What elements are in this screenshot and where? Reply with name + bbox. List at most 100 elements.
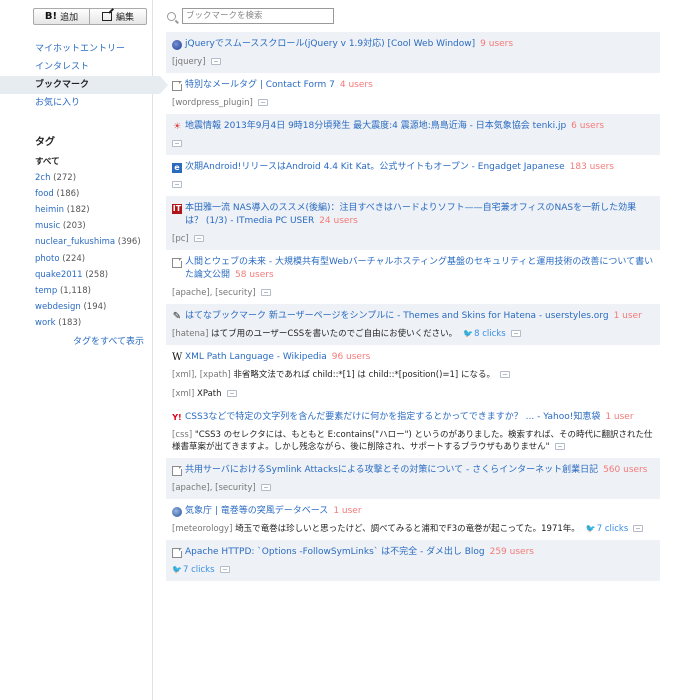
clicks-count[interactable]: 8 clicks	[474, 329, 506, 339]
tag-item[interactable]: heimin (182)	[35, 202, 141, 218]
jma-favicon-icon	[172, 506, 182, 517]
entry-title-link[interactable]: 本田雅一流 NAS導入のススメ(後編)：注目すべきはハードよりソフト——自宅兼オ…	[185, 203, 636, 226]
clicks-count[interactable]: 7 clicks	[183, 565, 215, 575]
entry-title-link[interactable]: XML Path Language - Wikipedia	[185, 352, 327, 362]
users-count[interactable]: 6 users	[571, 121, 604, 131]
list-item: 特別なメールタグ | Contact Form 7 4 users [wordpr…	[166, 73, 660, 114]
search-input[interactable]	[182, 8, 334, 24]
tag-count: (224)	[62, 253, 86, 264]
tag-item[interactable]: temp (1,118)	[35, 283, 141, 299]
entry-tags[interactable]: [meteorology]	[172, 524, 232, 534]
tag-name[interactable]: webdesign	[35, 302, 81, 312]
users-count[interactable]: 1 user	[333, 506, 361, 516]
entry-tags[interactable]: [apache], [security]	[172, 483, 256, 493]
tag-item[interactable]: webdesign (194)	[35, 299, 141, 315]
nav-favorites[interactable]: お気に入り	[0, 94, 153, 112]
entry-title-link[interactable]: 特別なメールタグ | Contact Form 7	[185, 80, 335, 90]
entry-tags[interactable]: [pc]	[172, 234, 189, 244]
edit-bookmark-icon[interactable]	[499, 371, 510, 378]
users-count[interactable]: 1 user	[605, 412, 633, 422]
tag-name[interactable]: nuclear_fukushima	[35, 237, 115, 247]
users-count[interactable]: 24 users	[319, 216, 358, 226]
users-count[interactable]: 58 users	[235, 270, 274, 280]
entry-comment: 埼玉で竜巻は珍しいと思ったけど、調べてみると浦和でF3の竜巻が起こってた。197…	[235, 524, 580, 534]
edit-bookmark-icon[interactable]	[260, 289, 271, 296]
edit-bookmark-icon[interactable]	[633, 525, 644, 532]
entry-title-link[interactable]: CSS3などで特定の文字列を含んだ要素だけに何かを指定するとかってできますか？ …	[185, 412, 600, 422]
users-count[interactable]: 9 users	[480, 39, 513, 49]
tag-count: (396)	[117, 237, 141, 248]
tag-all[interactable]: すべて	[35, 154, 141, 170]
nav-my-hot-entry[interactable]: マイホットエントリー	[0, 40, 153, 58]
tag-item[interactable]: nuclear_fukushima (396)	[35, 234, 141, 250]
users-count[interactable]: 560 users	[603, 465, 647, 475]
edit-bookmark-icon[interactable]	[172, 140, 182, 147]
clicks-count[interactable]: 7 clicks	[597, 524, 629, 534]
edit-bookmark-icon[interactable]	[210, 58, 221, 65]
tag-name[interactable]: music	[35, 221, 60, 231]
tag-item[interactable]: music (203)	[35, 218, 141, 234]
tag-name[interactable]: food	[35, 189, 54, 199]
edit-bookmark-icon[interactable]	[172, 181, 182, 188]
edit-bookmark-icon[interactable]	[226, 390, 237, 397]
entry-tags[interactable]: [hatena]	[172, 329, 208, 339]
add-bookmark-button[interactable]: B! 追加	[33, 8, 89, 25]
entry-title-link[interactable]: 共用サーバにおけるSymlink Attacksによる攻撃とその対策について -…	[185, 465, 598, 475]
entry-title-link[interactable]: 地震情報 2013年9月4日 9時18分頃発生 最大震度:4 震源地:鳥島近海 …	[185, 121, 566, 131]
users-count[interactable]: 96 users	[332, 352, 371, 362]
tag-name[interactable]: work	[35, 318, 56, 328]
entry-title-link[interactable]: Apache HTTPD: `Options -FollowSymLinks` …	[185, 547, 485, 557]
nav-interest[interactable]: インタレスト	[0, 58, 153, 76]
document-icon	[172, 465, 182, 476]
tag-name[interactable]: temp	[35, 286, 57, 296]
edit-button[interactable]: 編集	[89, 8, 147, 25]
entry-title-link[interactable]: 気象庁 | 竜巻等の突風データベース	[185, 506, 328, 516]
edit-bookmark-icon[interactable]	[510, 330, 521, 337]
users-count[interactable]: 1 user	[614, 311, 642, 321]
list-item: Y! CSS3などで特定の文字列を含んだ要素だけに何かを指定するとかってできます…	[166, 405, 660, 458]
edit-bookmark-icon[interactable]	[219, 566, 230, 573]
tag-name[interactable]: photo	[35, 254, 60, 264]
entry-title-link[interactable]: jQueryでスムーススクロール(jQuery v 1.9対応) [Cool W…	[185, 39, 475, 49]
bookmark-list: jQueryでスムーススクロール(jQuery v 1.9対応) [Cool W…	[166, 32, 660, 581]
nav-bookmark[interactable]: ブックマーク	[0, 76, 168, 94]
edit-bookmark-icon[interactable]	[257, 99, 268, 106]
wikipedia-favicon-icon: W	[172, 351, 183, 363]
entry-tags[interactable]: [css]	[172, 430, 192, 440]
document-icon	[172, 547, 182, 558]
entry-tags[interactable]: [xml], [xpath]	[172, 370, 231, 380]
tag-name[interactable]: quake2011	[35, 270, 82, 280]
edit-bookmark-icon[interactable]	[260, 484, 271, 491]
entry-tags[interactable]: [wordpress_plugin]	[172, 98, 253, 108]
tag-name[interactable]: 2ch	[35, 173, 50, 183]
entry-title-link[interactable]: 次期Android!リリースはAndroid 4.4 Kit Kat。公式サイト…	[185, 162, 565, 172]
show-all-tags-link[interactable]: タグをすべて表示	[73, 334, 144, 347]
entry-tags[interactable]: [xml]	[172, 389, 194, 399]
tag-count: (203)	[62, 221, 86, 232]
users-count[interactable]: 183 users	[570, 162, 614, 172]
twitter-bird-icon: 🐦	[585, 524, 596, 533]
tag-count: (258)	[85, 269, 109, 280]
twitter-bird-icon: 🐦	[463, 329, 474, 338]
tag-item[interactable]: 2ch (272)	[35, 170, 141, 186]
entry-tags[interactable]: [jquery]	[172, 57, 206, 67]
search-icon	[167, 11, 176, 21]
tag-item[interactable]: quake2011 (258)	[35, 267, 141, 283]
tag-item[interactable]: work (183)	[35, 315, 141, 331]
document-icon	[172, 80, 182, 91]
twitter-clicks[interactable]: 🐦7 clicks	[586, 524, 629, 534]
engadget-favicon-icon: e	[172, 162, 182, 173]
users-count[interactable]: 259 users	[490, 547, 534, 557]
users-count[interactable]: 4 users	[340, 80, 373, 90]
twitter-clicks[interactable]: 🐦8 clicks	[463, 329, 506, 339]
list-item: e 次期Android!リリースはAndroid 4.4 Kit Kat。公式サ…	[166, 155, 660, 196]
edit-bookmark-icon[interactable]	[554, 443, 565, 450]
edit-bookmark-icon[interactable]	[193, 235, 204, 242]
twitter-clicks[interactable]: 🐦7 clicks	[172, 565, 215, 575]
entry-title-link[interactable]: はてなブックマーク 新ユーザーページをシンプルに - Themes and Sk…	[185, 311, 609, 321]
tag-name[interactable]: heimin	[35, 205, 64, 215]
tag-item[interactable]: food (186)	[35, 186, 141, 202]
entry-tags[interactable]: [apache], [security]	[172, 288, 256, 298]
tag-item[interactable]: photo (224)	[35, 251, 141, 267]
tag-count: (186)	[56, 189, 80, 200]
